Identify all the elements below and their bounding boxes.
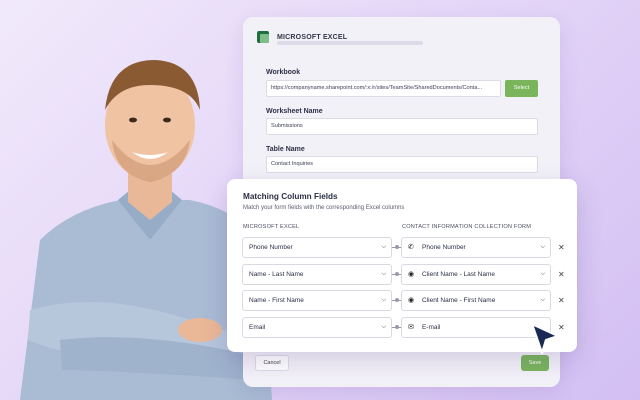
form-field-select[interactable]: ◉ Client Name - First Name ⌵ — [401, 290, 551, 311]
matching-fields-card: Matching Column Fields Match your form f… — [227, 179, 577, 352]
chevron-down-icon: ⌵ — [540, 244, 545, 250]
form-column-header: CONTACT INFORMATION COLLECTION FORM — [402, 224, 532, 230]
connector-dot — [395, 298, 399, 302]
user-icon: ◉ — [408, 271, 415, 278]
mapping-row: Name - Last Name ⌵ ◉ Client Name - Last … — [227, 264, 577, 285]
remove-row-icon[interactable]: ✕ — [558, 290, 565, 311]
phone-icon: ✆ — [408, 244, 414, 251]
excel-column-value: Email — [249, 324, 266, 331]
chevron-down-icon: ⌵ — [381, 324, 386, 330]
excel-column-select[interactable]: Email ⌵ — [242, 317, 392, 338]
chevron-down-icon: ⌵ — [540, 271, 545, 277]
remove-row-icon[interactable]: ✕ — [558, 237, 565, 258]
table-name-field[interactable]: Contact Inquiries — [266, 156, 538, 173]
matching-subtitle: Match your form fields with the correspo… — [243, 205, 405, 211]
connector-dot — [395, 325, 399, 329]
form-field-value: Phone Number — [422, 244, 466, 251]
worksheet-name-field[interactable]: Submissions — [266, 118, 538, 135]
worksheet-label: Worksheet Name — [266, 108, 323, 115]
form-field-value: Client Name - Last Name — [422, 271, 495, 278]
workbook-label: Workbook — [266, 69, 301, 76]
mouse-cursor-icon — [530, 322, 560, 355]
mapping-row: Name - First Name ⌵ ◉ Client Name - Firs… — [227, 290, 577, 311]
excel-column-select[interactable]: Name - First Name ⌵ — [242, 290, 392, 311]
connector-dot — [395, 245, 399, 249]
excel-column-select[interactable]: Phone Number ⌵ — [242, 237, 392, 258]
excel-column-header: MICROSOFT EXCEL — [243, 224, 300, 230]
remove-row-icon[interactable]: ✕ — [558, 264, 565, 285]
matching-title: Matching Column Fields — [243, 192, 338, 201]
excel-column-select[interactable]: Name - Last Name ⌵ — [242, 264, 392, 285]
excel-column-value: Name - Last Name — [249, 271, 304, 278]
excel-app-title: MICROSOFT EXCEL — [277, 33, 348, 41]
mapping-row: Email ⌵ ✉ E-mail ✕ — [227, 317, 577, 338]
excel-column-value: Phone Number — [249, 244, 293, 251]
select-workbook-button[interactable]: Select — [505, 80, 538, 97]
excel-logo-icon — [257, 31, 269, 43]
form-field-value: E-mail — [422, 324, 441, 331]
save-button[interactable]: Save — [521, 355, 549, 371]
mapping-row: Phone Number ⌵ ✆ Phone Number ⌵ ✕ — [227, 237, 577, 258]
chevron-down-icon: ⌵ — [381, 244, 386, 250]
header-placeholder-bar — [277, 41, 423, 45]
chevron-down-icon: ⌵ — [540, 297, 545, 303]
form-field-select[interactable]: ◉ Client Name - Last Name ⌵ — [401, 264, 551, 285]
form-field-value: Client Name - First Name — [422, 297, 496, 304]
form-field-select[interactable]: ✆ Phone Number ⌵ — [401, 237, 551, 258]
mail-icon: ✉ — [408, 324, 414, 331]
workbook-url-field[interactable]: https://companyname.sharepoint.com/:x:/r… — [266, 80, 501, 97]
table-label: Table Name — [266, 146, 305, 153]
connector-dot — [395, 272, 399, 276]
user-icon: ◉ — [408, 297, 415, 304]
excel-column-value: Name - First Name — [249, 297, 304, 304]
chevron-down-icon: ⌵ — [381, 297, 386, 303]
cancel-button[interactable]: Cancel — [255, 355, 289, 371]
chevron-down-icon: ⌵ — [381, 271, 386, 277]
